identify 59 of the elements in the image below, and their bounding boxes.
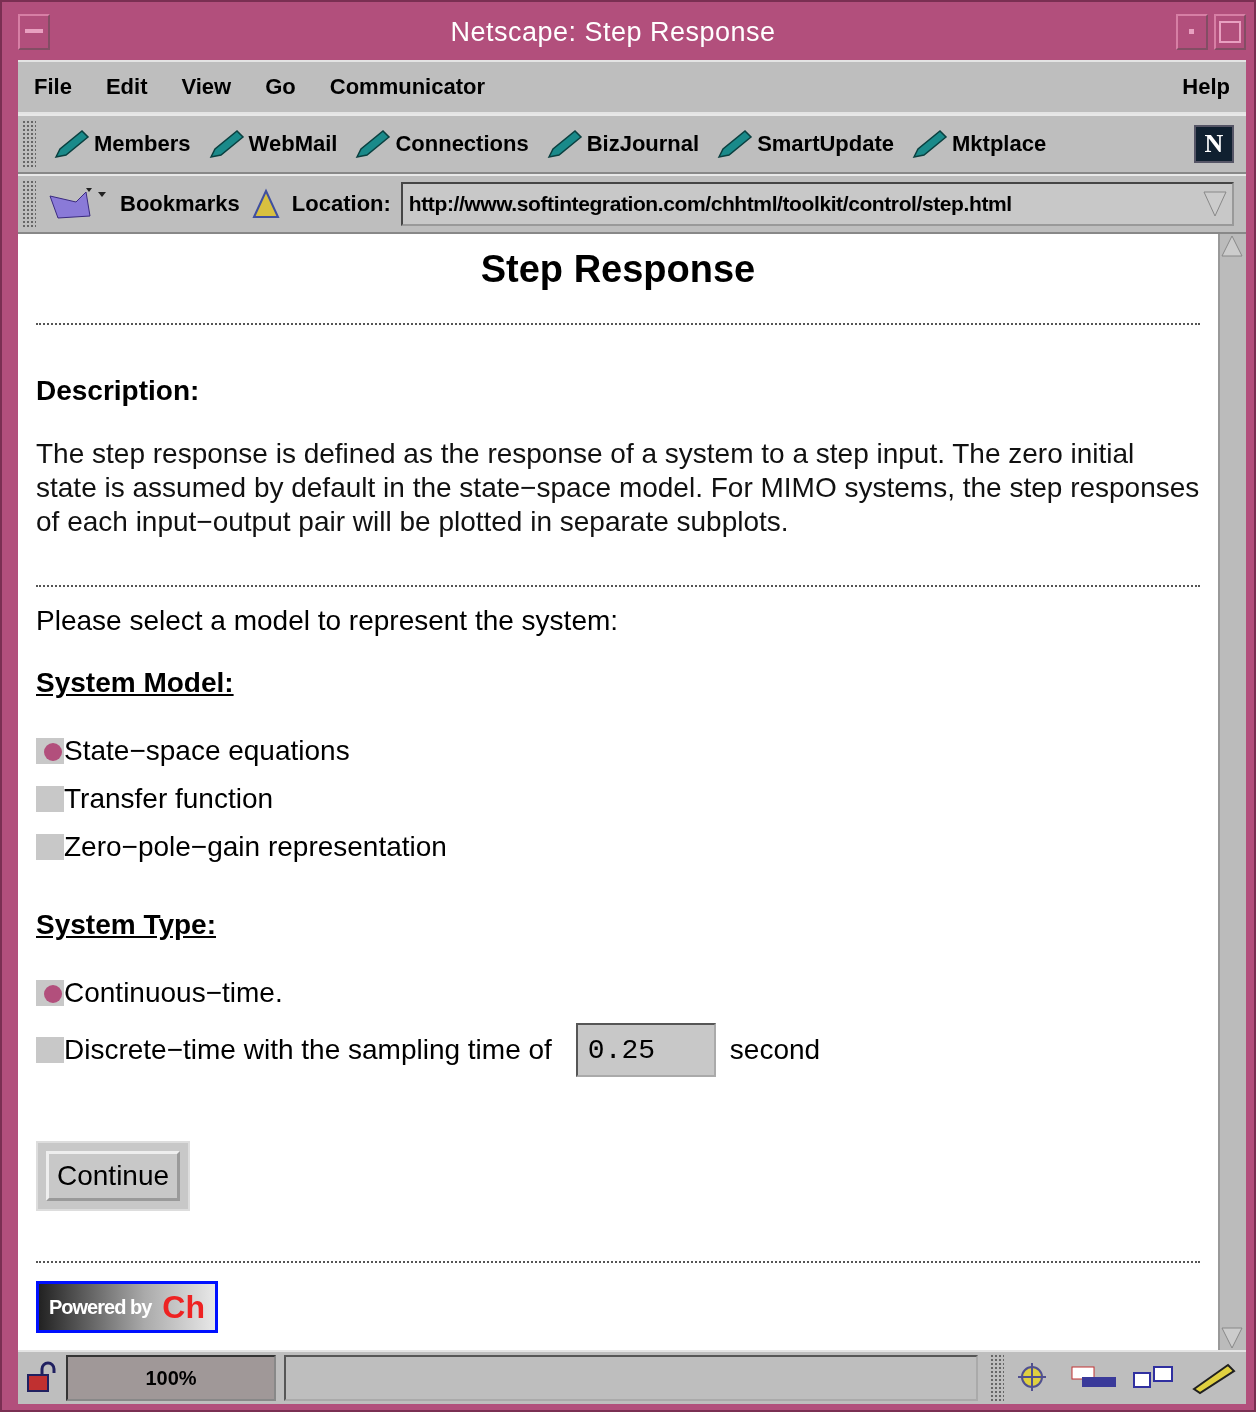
option-label: Continuous−time. [64,977,283,1009]
description-text: The step response is defined as the response of a system to a step input. The zero initial state is assumed by default in the state−space model. For MIMO systems, the step responses of each input−output pair will be plotted in separate subplots. [36,437,1200,539]
pen-icon [355,129,392,159]
brand-logo: N [1194,125,1234,163]
menu-item[interactable]: Help [1182,74,1230,100]
option-label: Transfer function [64,783,274,815]
radio-button[interactable] [36,738,64,764]
menu-item[interactable]: Edit [105,74,148,100]
toolbar-grip[interactable] [22,120,36,168]
url-field[interactable]: http://www.softintegration.com/chhtml/toolkit/control/step.html [400,182,1234,226]
section-heading: System Type: [36,909,217,941]
square-outline-icon [1219,21,1241,43]
powered-by-badge[interactable]: Powered by Ch [36,1281,218,1333]
window-title: Netscape: Step Response [449,16,777,48]
page-title: Step Response [479,248,757,291]
unit-label: second [729,1034,821,1066]
scroll-up-icon[interactable] [1220,234,1244,258]
toolbar-grip[interactable] [22,180,36,228]
badge-logo: Ch [162,1288,205,1326]
pen-icon [54,129,90,159]
section-heading: Description: [36,375,201,407]
bookmarks-button[interactable]: Bookmarks [120,191,240,217]
prompt-text: Please select a model to represent the system: [36,605,620,637]
menu-item[interactable]: View [181,74,232,100]
menu-item[interactable]: Go [265,74,296,100]
continue-button[interactable]: Continue [46,1151,181,1201]
toolbar-button[interactable]: Connections [355,129,529,159]
toolbar-button[interactable]: WebMail [208,129,338,159]
menu-item[interactable]: File [34,74,72,100]
scroll-down-icon[interactable] [1220,1326,1244,1350]
pen-icon [912,129,949,159]
bar-icon [25,29,43,35]
toolbar-button[interactable]: Members [54,129,191,159]
window-menu-button[interactable] [18,14,50,50]
minimize-button[interactable] [1176,14,1208,50]
toolbar-button[interactable]: SmartUpdate [717,129,895,159]
pen-icon [208,129,245,159]
toolbar-button[interactable]: BizJournal [546,129,700,159]
radio-button[interactable] [36,834,64,860]
radio-button[interactable] [36,786,64,812]
radio-button[interactable] [36,1037,64,1063]
dropdown-arrow-icon[interactable] [1202,188,1228,218]
radio-button[interactable] [36,980,64,1006]
maximize-button[interactable] [1214,14,1246,50]
status-grip[interactable] [990,1354,1004,1402]
lock-icon[interactable] [24,1361,58,1395]
location-label: Location: [291,191,391,217]
sampling-time-field[interactable]: 0.25 [575,1023,716,1077]
menu-item[interactable]: Communicator [329,74,486,100]
vertical-scrollbar[interactable] [1218,234,1246,1350]
option-label: Discrete−time with the sampling time of [64,1034,552,1066]
option-label: Zero−pole−gain representation [64,831,447,863]
progress-indicator: 100% [66,1355,276,1401]
toolbar-button[interactable]: Mktplace [912,129,1047,159]
badge-text: Powered by [49,1295,152,1319]
pen-icon [717,129,754,159]
option-label: State−space equations [64,735,350,767]
pen-icon [546,129,583,159]
section-heading: System Model: [36,667,235,699]
